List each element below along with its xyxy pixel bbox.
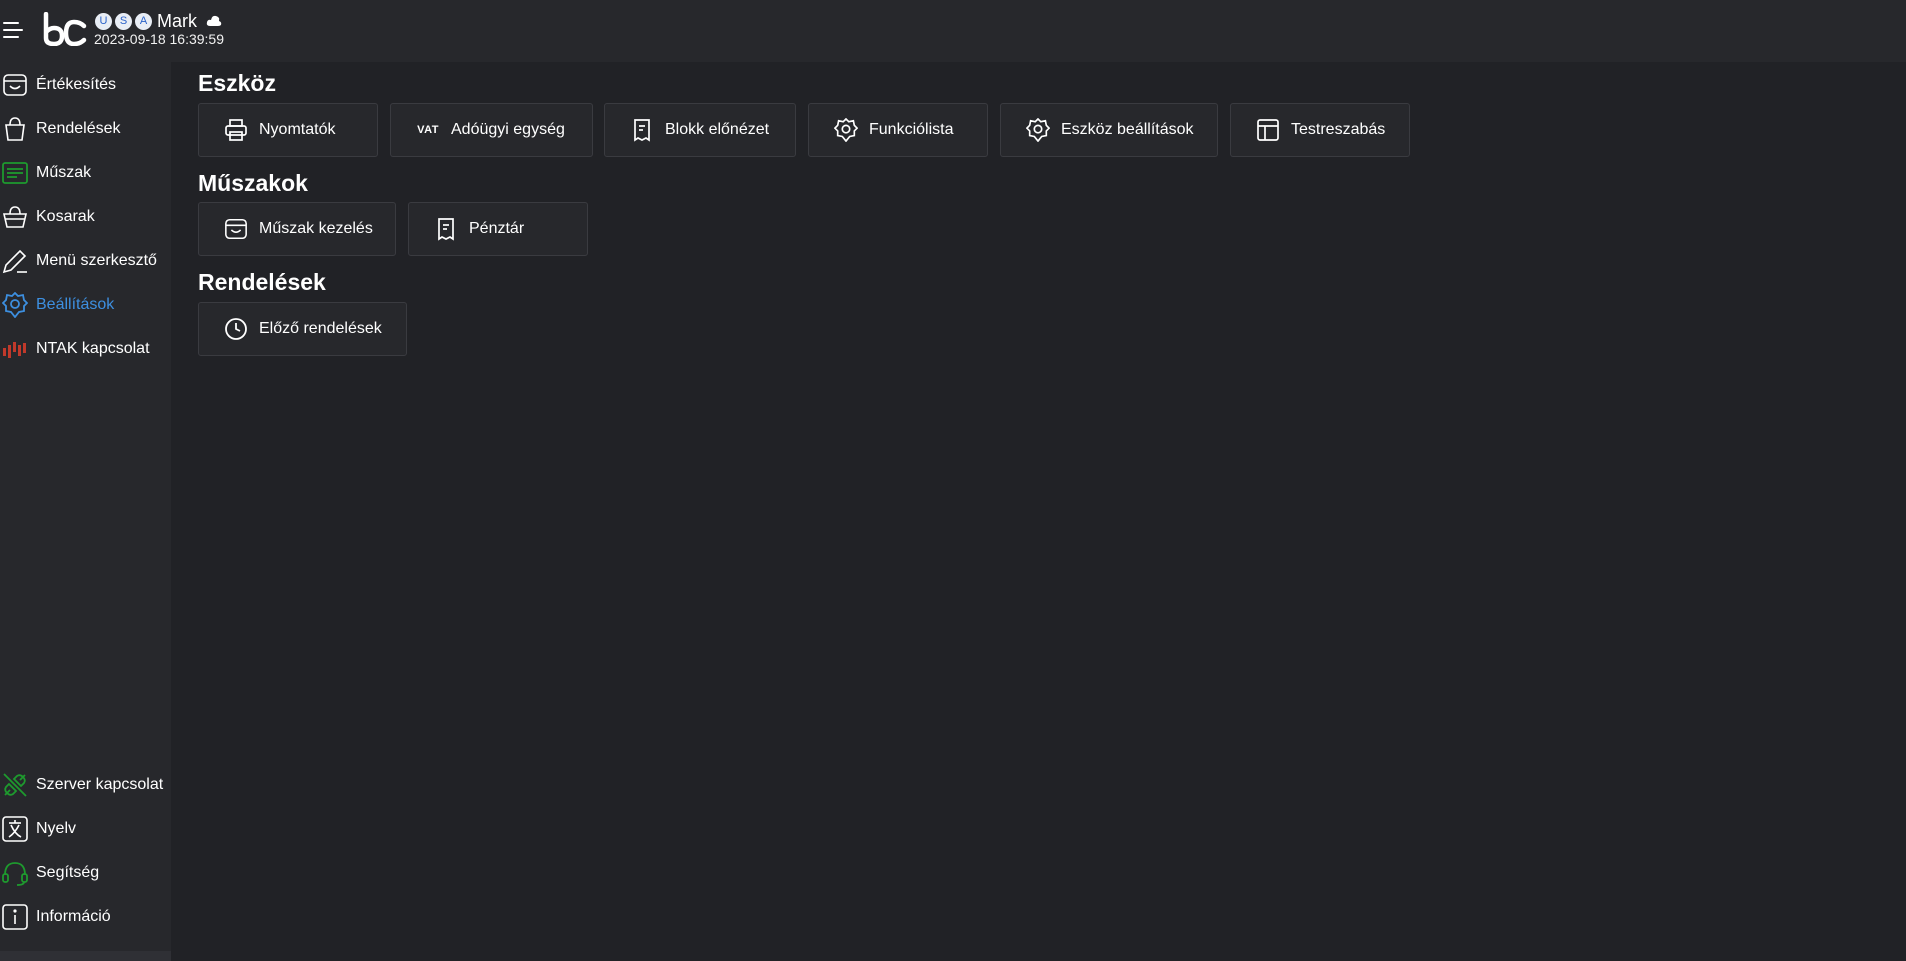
shopping-bag-icon xyxy=(0,114,30,144)
fiscal-unit-button[interactable]: VAT Adóügyi egység xyxy=(390,103,593,157)
sidebar-item-ntak[interactable]: NTAK kapcsolat xyxy=(0,329,171,369)
pencil-icon xyxy=(0,246,30,276)
sidebar-item-orders[interactable]: Rendelések xyxy=(0,109,171,149)
device-settings-button[interactable]: Eszköz beállítások xyxy=(1000,103,1218,157)
previous-orders-button[interactable]: Előző rendelések xyxy=(198,302,407,356)
sidebar-item-label: Értékesítés xyxy=(36,76,117,93)
user-badge: U xyxy=(95,12,112,30)
user-badge: A xyxy=(135,12,152,30)
ntak-signal-icon xyxy=(0,334,30,364)
receipt-preview-button[interactable]: Blokk előnézet xyxy=(604,103,796,157)
sidebar-item-label: Nyelv xyxy=(36,820,77,837)
sidebar-item-help[interactable]: Segítség xyxy=(0,853,171,893)
sidebar-scrollbar[interactable] xyxy=(0,951,171,961)
user-info: U S A Mark xyxy=(95,11,222,31)
sidebar-item-shift[interactable]: Műszak xyxy=(0,153,171,193)
shop-icon xyxy=(0,70,30,100)
sidebar-item-label: Információ xyxy=(36,908,111,925)
clock-icon xyxy=(223,316,249,342)
button-label: Eszköz beállítások xyxy=(1061,121,1194,138)
hamburger-menu-icon[interactable] xyxy=(2,19,24,41)
vat-icon: VAT xyxy=(415,117,441,143)
section-title-device: Eszköz xyxy=(198,70,276,96)
sidebar-item-label: Segítség xyxy=(36,864,100,881)
shift-list-icon xyxy=(0,158,30,188)
cash-register-button[interactable]: Pénztár xyxy=(408,202,588,256)
sidebar-item-label: Kosarak xyxy=(36,208,95,225)
sidebar-item-baskets[interactable]: Kosarak xyxy=(0,197,171,237)
function-list-button[interactable]: Funkciólista xyxy=(808,103,988,157)
sidebar-item-server-connection[interactable]: Szerver kapcsolat xyxy=(0,765,171,805)
sidebar-item-label: Szerver kapcsolat xyxy=(36,776,164,793)
customize-button[interactable]: Testreszabás xyxy=(1230,103,1410,157)
section-title-shifts: Műszakok xyxy=(198,170,308,196)
gear-icon xyxy=(1025,117,1051,143)
gear-icon xyxy=(0,290,30,320)
sidebar-item-label: Beállítások xyxy=(36,296,115,313)
button-label: Nyomtatók xyxy=(259,121,336,138)
headset-icon xyxy=(0,858,30,888)
user-name: Mark xyxy=(157,10,197,31)
layout-icon xyxy=(1255,117,1281,143)
printers-button[interactable]: Nyomtatók xyxy=(198,103,378,157)
button-label: Testreszabás xyxy=(1291,121,1386,138)
sidebar-item-label: Rendelések xyxy=(36,120,121,137)
sidebar-item-menu-editor[interactable]: Menü szerkesztő xyxy=(0,241,171,281)
sidebar-item-settings[interactable]: Beállítások xyxy=(0,285,171,325)
top-bar: U S A Mark 2023-09-18 16:39:59 xyxy=(0,0,1906,62)
app-logo xyxy=(42,11,88,47)
info-icon xyxy=(0,902,30,932)
basket-icon xyxy=(0,202,30,232)
timestamp: 2023-09-18 16:39:59 xyxy=(94,31,224,47)
server-connection-icon xyxy=(0,770,30,800)
language-icon xyxy=(0,814,30,844)
printer-icon xyxy=(223,117,249,143)
sidebar: Értékesítés Rendelések Műszak Kosarak Me… xyxy=(0,62,171,961)
receipt-icon xyxy=(629,117,655,143)
button-label: Műszak kezelés xyxy=(259,220,373,237)
section-title-orders: Rendelések xyxy=(198,269,326,295)
sidebar-item-sales[interactable]: Értékesítés xyxy=(0,65,171,105)
button-label: Funkciólista xyxy=(869,121,954,138)
sidebar-item-info[interactable]: Információ xyxy=(0,897,171,937)
cloud-icon xyxy=(206,14,222,28)
receipt-icon xyxy=(433,216,459,242)
button-label: Pénztár xyxy=(469,220,525,237)
user-badge: S xyxy=(115,12,132,30)
shift-management-button[interactable]: Műszak kezelés xyxy=(198,202,396,256)
button-label: Adóügyi egység xyxy=(451,121,565,138)
gear-icon xyxy=(833,117,859,143)
sidebar-item-label: NTAK kapcsolat xyxy=(36,340,150,357)
vat-icon-text: VAT xyxy=(417,124,439,136)
sidebar-item-label: Műszak xyxy=(36,164,92,181)
button-label: Előző rendelések xyxy=(259,320,382,337)
shop-icon xyxy=(223,216,249,242)
sidebar-item-label: Menü szerkesztő xyxy=(36,252,157,269)
button-label: Blokk előnézet xyxy=(665,121,770,138)
sidebar-item-language[interactable]: Nyelv xyxy=(0,809,171,849)
